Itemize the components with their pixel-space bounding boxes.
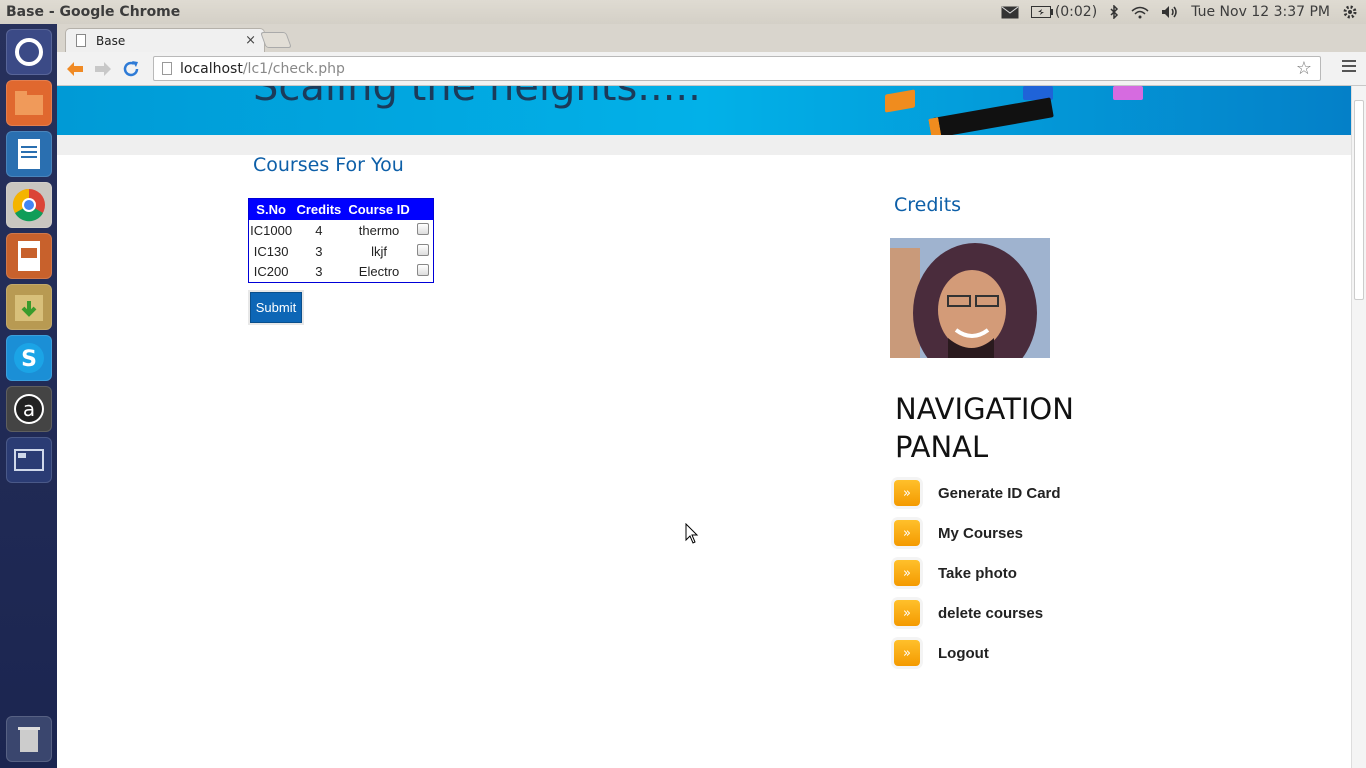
- decorative-cube: [1113, 86, 1143, 100]
- launcher: S a: [0, 24, 57, 768]
- cell-course-id: thermo: [358, 222, 400, 238]
- browser-window: Base × localhost /lc1/check.php ☆ Scalin…: [57, 24, 1366, 768]
- impress-icon[interactable]: [5, 233, 52, 279]
- system-tray: (0:02) Tue Nov 12 3:37 PM: [1001, 4, 1366, 20]
- gear-icon[interactable]: [1342, 4, 1358, 20]
- volume-icon[interactable]: [1161, 5, 1179, 19]
- url-path: /lc1/check.php: [242, 60, 345, 77]
- nav-item-logout[interactable]: » Logout: [894, 640, 989, 666]
- banner-slogan: Scaling the heights.....: [253, 86, 701, 110]
- nav-item-label[interactable]: delete courses: [938, 605, 1043, 622]
- vertical-scrollbar[interactable]: [1351, 86, 1366, 768]
- cell-credits: 3: [315, 264, 323, 280]
- scrollbar-thumb[interactable]: [1354, 100, 1364, 300]
- course-checkbox[interactable]: [417, 222, 430, 235]
- decorative-cube: [885, 89, 915, 113]
- submit-button[interactable]: Submit: [250, 292, 302, 323]
- mail-icon[interactable]: [1001, 6, 1019, 19]
- svg-text:a: a: [22, 397, 34, 421]
- cell-credits: 4: [315, 222, 323, 238]
- decorative-marker: [928, 97, 1054, 135]
- profile-photo: [890, 238, 1050, 358]
- nav-item-label[interactable]: My Courses: [938, 525, 1023, 542]
- trash-icon[interactable]: [5, 716, 52, 762]
- window-title: Base - Google Chrome: [6, 4, 181, 20]
- cell-select: [414, 241, 434, 262]
- header-sno: S.No: [248, 198, 294, 220]
- course-checkbox[interactable]: [417, 264, 430, 277]
- courses-title: Courses For You: [253, 154, 404, 176]
- archive-icon[interactable]: [5, 284, 52, 330]
- nav-item-label[interactable]: Logout: [938, 645, 989, 662]
- double-chevron-right-icon: »: [894, 640, 920, 666]
- banner-shadow: [57, 135, 1351, 155]
- table-row: IC130 3 lkjf: [249, 241, 434, 262]
- browser-toolbar: localhost /lc1/check.php ☆: [57, 52, 1366, 86]
- tab-strip: Base ×: [57, 24, 1366, 52]
- top-panel: Base - Google Chrome (0:02) Tue Nov 12 3…: [0, 0, 1366, 24]
- tab-base[interactable]: Base ×: [65, 28, 265, 52]
- svg-text:S: S: [21, 347, 37, 372]
- nav-item-generate-id-card[interactable]: » Generate ID Card: [894, 480, 1061, 506]
- files-icon[interactable]: [5, 80, 52, 126]
- clock[interactable]: Tue Nov 12 3:37 PM: [1191, 4, 1330, 20]
- back-arrow-icon[interactable]: [61, 55, 89, 83]
- page-content: Scaling the heights..... Courses For You…: [57, 86, 1351, 768]
- nav-item-my-courses[interactable]: » My Courses: [894, 520, 1023, 546]
- amazon-icon[interactable]: a: [5, 386, 52, 432]
- nav-item-label[interactable]: Take photo: [938, 565, 1017, 582]
- double-chevron-right-icon: »: [894, 520, 920, 546]
- url-host: localhost: [180, 60, 243, 77]
- double-chevron-right-icon: »: [894, 600, 920, 626]
- double-chevron-right-icon: »: [894, 560, 920, 586]
- header-credits: Credits: [293, 198, 345, 220]
- cell-course-id: lkjf: [371, 243, 387, 259]
- reload-icon[interactable]: [117, 55, 145, 83]
- table-row: IC200 3 Electro: [249, 262, 434, 283]
- nav-item-label[interactable]: Generate ID Card: [938, 485, 1061, 502]
- bookmark-star-icon[interactable]: ☆: [1296, 58, 1312, 79]
- battery-time: (0:02): [1054, 4, 1098, 20]
- workspace-icon[interactable]: [5, 437, 52, 483]
- tab-title: Base: [96, 33, 126, 48]
- double-chevron-right-icon: »: [894, 480, 920, 506]
- course-checkbox[interactable]: [417, 243, 430, 256]
- table-row: IC1000 4 thermo: [249, 220, 434, 241]
- nav-item-delete-courses[interactable]: » delete courses: [894, 600, 1043, 626]
- writer-icon[interactable]: [5, 131, 52, 177]
- cell-sno: IC1000: [250, 222, 293, 238]
- cell-course-id: Electro: [358, 264, 400, 280]
- page-icon: [76, 34, 86, 47]
- cell-credits: 3: [315, 243, 323, 259]
- header-select: [413, 198, 434, 220]
- cell-select: [414, 220, 434, 241]
- cell-sno: IC200: [253, 264, 289, 280]
- navigation-title: NAVIGATION PANAL: [895, 392, 1074, 464]
- credits-title: Credits: [894, 194, 962, 216]
- table-header-row: S.No Credits Course ID: [248, 198, 434, 220]
- courses-table: S.No Credits Course ID IC1000 4 thermo I…: [248, 198, 434, 283]
- hamburger-menu-icon[interactable]: [1342, 60, 1356, 75]
- header-course-id: Course ID: [344, 198, 414, 220]
- cell-select: [414, 262, 434, 283]
- address-bar[interactable]: localhost /lc1/check.php ☆: [153, 56, 1321, 81]
- cell-sno: IC130: [253, 243, 289, 259]
- forward-arrow-icon[interactable]: [89, 55, 117, 83]
- mouse-cursor-icon: [685, 522, 699, 549]
- battery-indicator[interactable]: (0:02): [1030, 4, 1098, 20]
- page-icon: [162, 62, 172, 75]
- close-icon[interactable]: ×: [245, 33, 256, 48]
- banner: Scaling the heights.....: [57, 86, 1351, 135]
- new-tab-button[interactable]: [260, 32, 292, 48]
- bluetooth-icon[interactable]: [1109, 5, 1119, 19]
- nav-item-take-photo[interactable]: » Take photo: [894, 560, 1017, 586]
- wifi-icon[interactable]: [1131, 6, 1149, 19]
- skype-icon[interactable]: S: [5, 335, 52, 381]
- ubuntu-dash-icon[interactable]: [5, 29, 52, 75]
- chrome-icon[interactable]: [5, 182, 52, 228]
